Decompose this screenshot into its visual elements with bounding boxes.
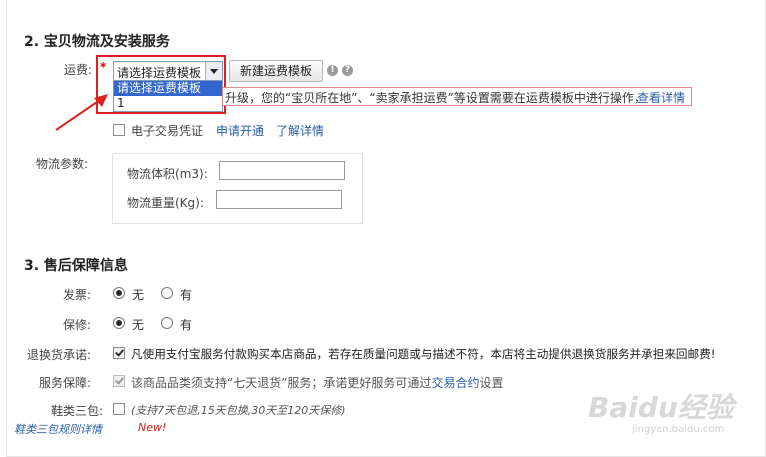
logistics-label: 物流参数: (36, 157, 89, 171)
invoice-option-none: 无 (132, 288, 145, 302)
warranty-radio-yes[interactable] (161, 317, 173, 329)
freight-notice: 升级，您的“宝贝所在地”、“卖家承担运费”等设置需要在运费模板中进行操作， 查看… (222, 87, 692, 106)
volume-label: 物流体积(m3): (127, 167, 208, 181)
notice-details-link[interactable]: 查看详情 (637, 89, 685, 106)
invoice-option-yes: 有 (180, 288, 193, 302)
service-label: 服务保障: (39, 376, 92, 390)
warranty-label: 保修: (63, 318, 92, 332)
freight-label: 运费: (64, 63, 93, 77)
etrade-info-link[interactable]: 了解详情 (276, 122, 324, 139)
watermark-url: jingyan.baidu.com (632, 424, 725, 435)
invoice-radio-yes[interactable] (161, 287, 173, 299)
alert-icon[interactable]: ! (327, 65, 338, 76)
watermark-logo: Baidu经验 (588, 391, 734, 424)
shoes-label: 鞋类三包: (51, 404, 104, 418)
invoice-radio-none[interactable] (113, 287, 125, 299)
warranty-radio-none[interactable] (113, 317, 125, 329)
service-text: 该商品品类须支持“七天退货”服务；承诺更好服务可通过交易合约设置 (131, 374, 503, 391)
weight-label: 物流重量(Kg): (127, 196, 204, 210)
warranty-option-yes: 有 (180, 318, 193, 332)
new-badge: New! (138, 421, 167, 434)
trade-contract-link[interactable]: 交易合约 (431, 376, 479, 390)
invoice-label: 发票: (63, 288, 92, 302)
red-arrow-annotation (55, 94, 108, 131)
service-text-prefix: 该商品品类须支持“七天退货”服务；承诺更好服务可通过 (131, 376, 432, 390)
return-promise-checkbox[interactable] (113, 347, 125, 359)
etrade-checkbox[interactable] (113, 124, 125, 136)
section-2-title: 2. 宝贝物流及安装服务 (24, 34, 170, 50)
service-text-suffix: 设置 (479, 376, 504, 390)
section-3-title: 3. 售后保障信息 (24, 258, 128, 274)
return-promise-text: 凡使用支付宝服务付款购买本店商品，若存在质量问题或与描述不符，本店将主动提供退换… (131, 347, 716, 361)
help-icon[interactable]: ? (342, 65, 353, 76)
etrade-apply-link[interactable]: 申请开通 (216, 122, 264, 139)
highlight-frame (96, 55, 226, 114)
shoes-warranty-checkbox[interactable] (113, 403, 125, 415)
shoes-warranty-text: (支持7天包退,15天包换,30天至120天保修) (131, 404, 346, 417)
etrade-label: 电子交易凭证 (131, 124, 204, 138)
warranty-option-none: 无 (132, 318, 145, 332)
volume-input[interactable] (219, 161, 345, 180)
shoes-rules-link[interactable]: 鞋类三包规则详情 (14, 421, 102, 437)
notice-text: 升级，您的“宝贝所在地”、“卖家承担运费”等设置需要在运费模板中进行操作， (225, 91, 646, 105)
return-label: 退换货承诺: (27, 348, 92, 362)
weight-input[interactable] (216, 190, 342, 209)
service-checkbox (113, 375, 125, 387)
new-template-button[interactable]: 新建运费模板 (229, 60, 323, 82)
